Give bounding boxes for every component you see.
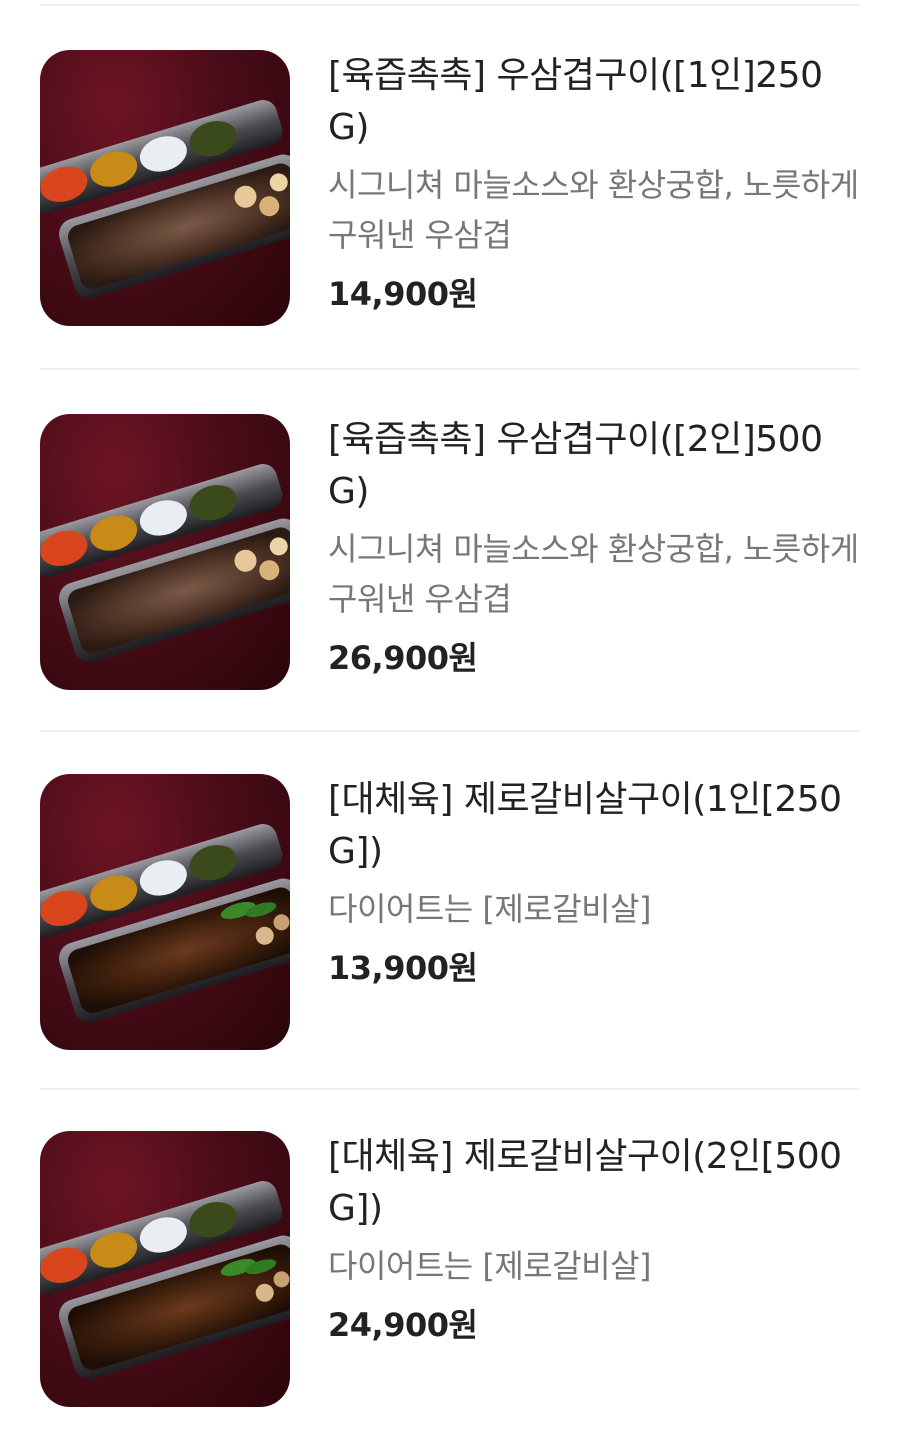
menu-item-info: [육즙촉촉] 우삼겹구이([2인]500G) 시그니쳐 마늘소스와 환상궁합, … [328,414,860,678]
menu-item-price: 14,900원 [328,275,478,313]
menu-item-price: 24,900원 [328,1306,478,1344]
zero-galbi-lunchbox-icon [40,824,290,1023]
menu-item-description: 시그니쳐 마늘소스와 환상궁합, 노릇하게 구워낸 우삼겹 [328,166,859,254]
wusamgyeop-lunchbox-icon [40,464,290,663]
menu-item-image [40,1131,290,1407]
menu-list: [육즙촉촉] 우삼겹구이([1인]250G) 시그니쳐 마늘소스와 환상궁합, … [40,0,860,1446]
menu-item-name: [육즙촉촉] 우삼겹구이([2인]500G) [328,419,823,512]
menu-item-name: [대체육] 제로갈비살구이(2인[500G]) [328,1136,842,1229]
wusamgyeop-lunchbox-icon [40,100,290,299]
menu-item-image [40,414,290,690]
menu-item-price: 13,900원 [328,949,478,987]
menu-item[interactable]: [대체육] 제로갈비살구이(1인[250G]) 다이어트는 [제로갈비살] 13… [40,732,860,1088]
menu-item-description: 시그니쳐 마늘소스와 환상궁합, 노릇하게 구워낸 우삼겹 [328,530,859,618]
menu-item-name: [육즙촉촉] 우삼겹구이([1인]250G) [328,55,823,148]
menu-item-name: [대체육] 제로갈비살구이(1인[250G]) [328,779,842,872]
menu-item-image [40,50,290,326]
menu-item-info: [대체육] 제로갈비살구이(2인[500G]) 다이어트는 [제로갈비살] 24… [328,1131,860,1345]
menu-item-info: [육즙촉촉] 우삼겹구이([1인]250G) 시그니쳐 마늘소스와 환상궁합, … [328,50,860,314]
menu-item-description: 다이어트는 [제로갈비살] [328,1247,652,1285]
menu-item-image [40,774,290,1050]
menu-item[interactable]: [대체육] 제로갈비살구이(2인[500G]) 다이어트는 [제로갈비살] 24… [40,1090,860,1446]
menu-item-info: [대체육] 제로갈비살구이(1인[250G]) 다이어트는 [제로갈비살] 13… [328,774,860,988]
menu-item[interactable]: [육즙촉촉] 우삼겹구이([2인]500G) 시그니쳐 마늘소스와 환상궁합, … [40,370,860,730]
menu-item[interactable]: [육즙촉촉] 우삼겹구이([1인]250G) 시그니쳐 마늘소스와 환상궁합, … [40,6,860,368]
menu-item-price: 26,900원 [328,639,478,677]
menu-item-description: 다이어트는 [제로갈비살] [328,890,652,928]
zero-galbi-lunchbox-icon [40,1181,290,1380]
